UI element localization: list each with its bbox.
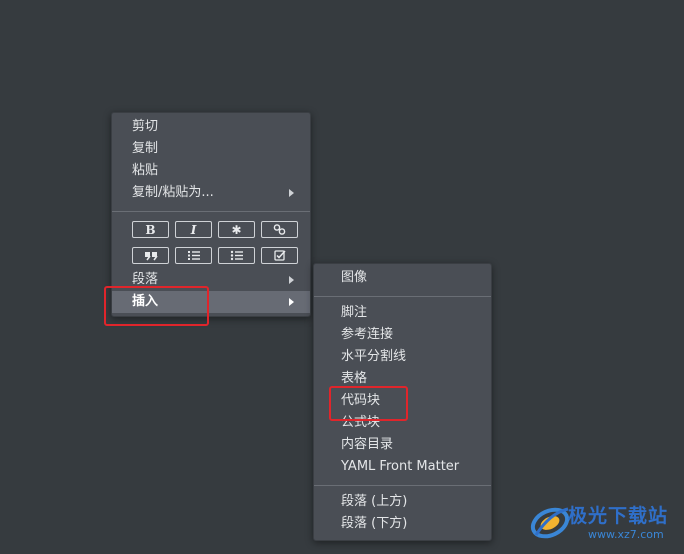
quote-button[interactable] [132,247,169,264]
submenu-item-paragraph-below[interactable]: 段落 (下方) [314,513,491,535]
menu-separator [112,211,310,212]
menu-item-label: 表格 [341,371,368,386]
link-button[interactable] [261,221,298,238]
submenu-item-reference-link[interactable]: 参考连接 [314,324,491,346]
watermark-swirl-icon [530,507,570,539]
menu-separator [314,296,491,297]
task-list-icon [273,250,286,261]
submenu-item-toc[interactable]: 内容目录 [314,434,491,456]
menu-item-label: 复制/粘贴为... [132,185,214,200]
submenu-item-yaml-front-matter[interactable]: YAML Front Matter [314,456,491,478]
menu-item-label: 段落 [132,272,159,287]
menu-item-label: 图像 [341,270,368,285]
menu-item-cut[interactable]: 剪切 [112,116,310,138]
submenu-item-horizontal-rule[interactable]: 水平分割线 [314,346,491,368]
menu-item-label: 脚注 [341,305,368,320]
submenu-arrow-icon [289,276,294,284]
italic-icon: I [190,222,197,237]
italic-button[interactable]: I [175,221,212,238]
menu-item-label: 水平分割线 [341,349,407,364]
code-button[interactable]: ✱ [218,221,255,238]
highlight-box-code-block [329,386,408,421]
menu-item-label: 剪切 [132,119,159,134]
ordered-list-icon [187,251,200,260]
menu-item-copy[interactable]: 复制 [112,138,310,160]
code-icon: ✱ [231,222,242,237]
unordered-list-icon [230,250,243,261]
submenu-item-image[interactable]: 图像 [314,267,491,289]
menu-item-copy-paste-as[interactable]: 复制/粘贴为... [112,182,310,204]
link-icon [273,224,286,235]
quote-icon [144,251,158,260]
menu-item-label: 复制 [132,141,159,156]
submenu-item-paragraph-above[interactable]: 段落 (上方) [314,491,491,513]
menu-item-label: 粘贴 [132,163,159,178]
bold-button[interactable]: B [132,221,169,238]
menu-item-label: 参考连接 [341,327,394,342]
watermark-url: www.xz7.com [588,528,664,541]
menu-item-label: 内容目录 [341,437,394,452]
watermark-logo: 极光下载站 www.xz7.com [528,497,678,547]
menu-item-paste[interactable]: 粘贴 [112,160,310,182]
watermark-title: 极光下载站 [568,505,669,527]
ordered-list-button[interactable] [175,247,212,264]
submenu-arrow-icon [289,298,294,306]
menu-separator [314,485,491,486]
menu-item-label: 段落 (上方) [341,494,408,509]
submenu-arrow-icon [289,189,294,197]
menu-item-label: YAML Front Matter [341,459,460,474]
unordered-list-button[interactable] [218,247,255,264]
highlight-box-insert [104,286,209,326]
task-list-button[interactable] [261,247,298,264]
submenu-item-footnote[interactable]: 脚注 [314,302,491,324]
menu-item-label: 段落 (下方) [341,516,408,531]
bold-icon: B [145,222,156,237]
